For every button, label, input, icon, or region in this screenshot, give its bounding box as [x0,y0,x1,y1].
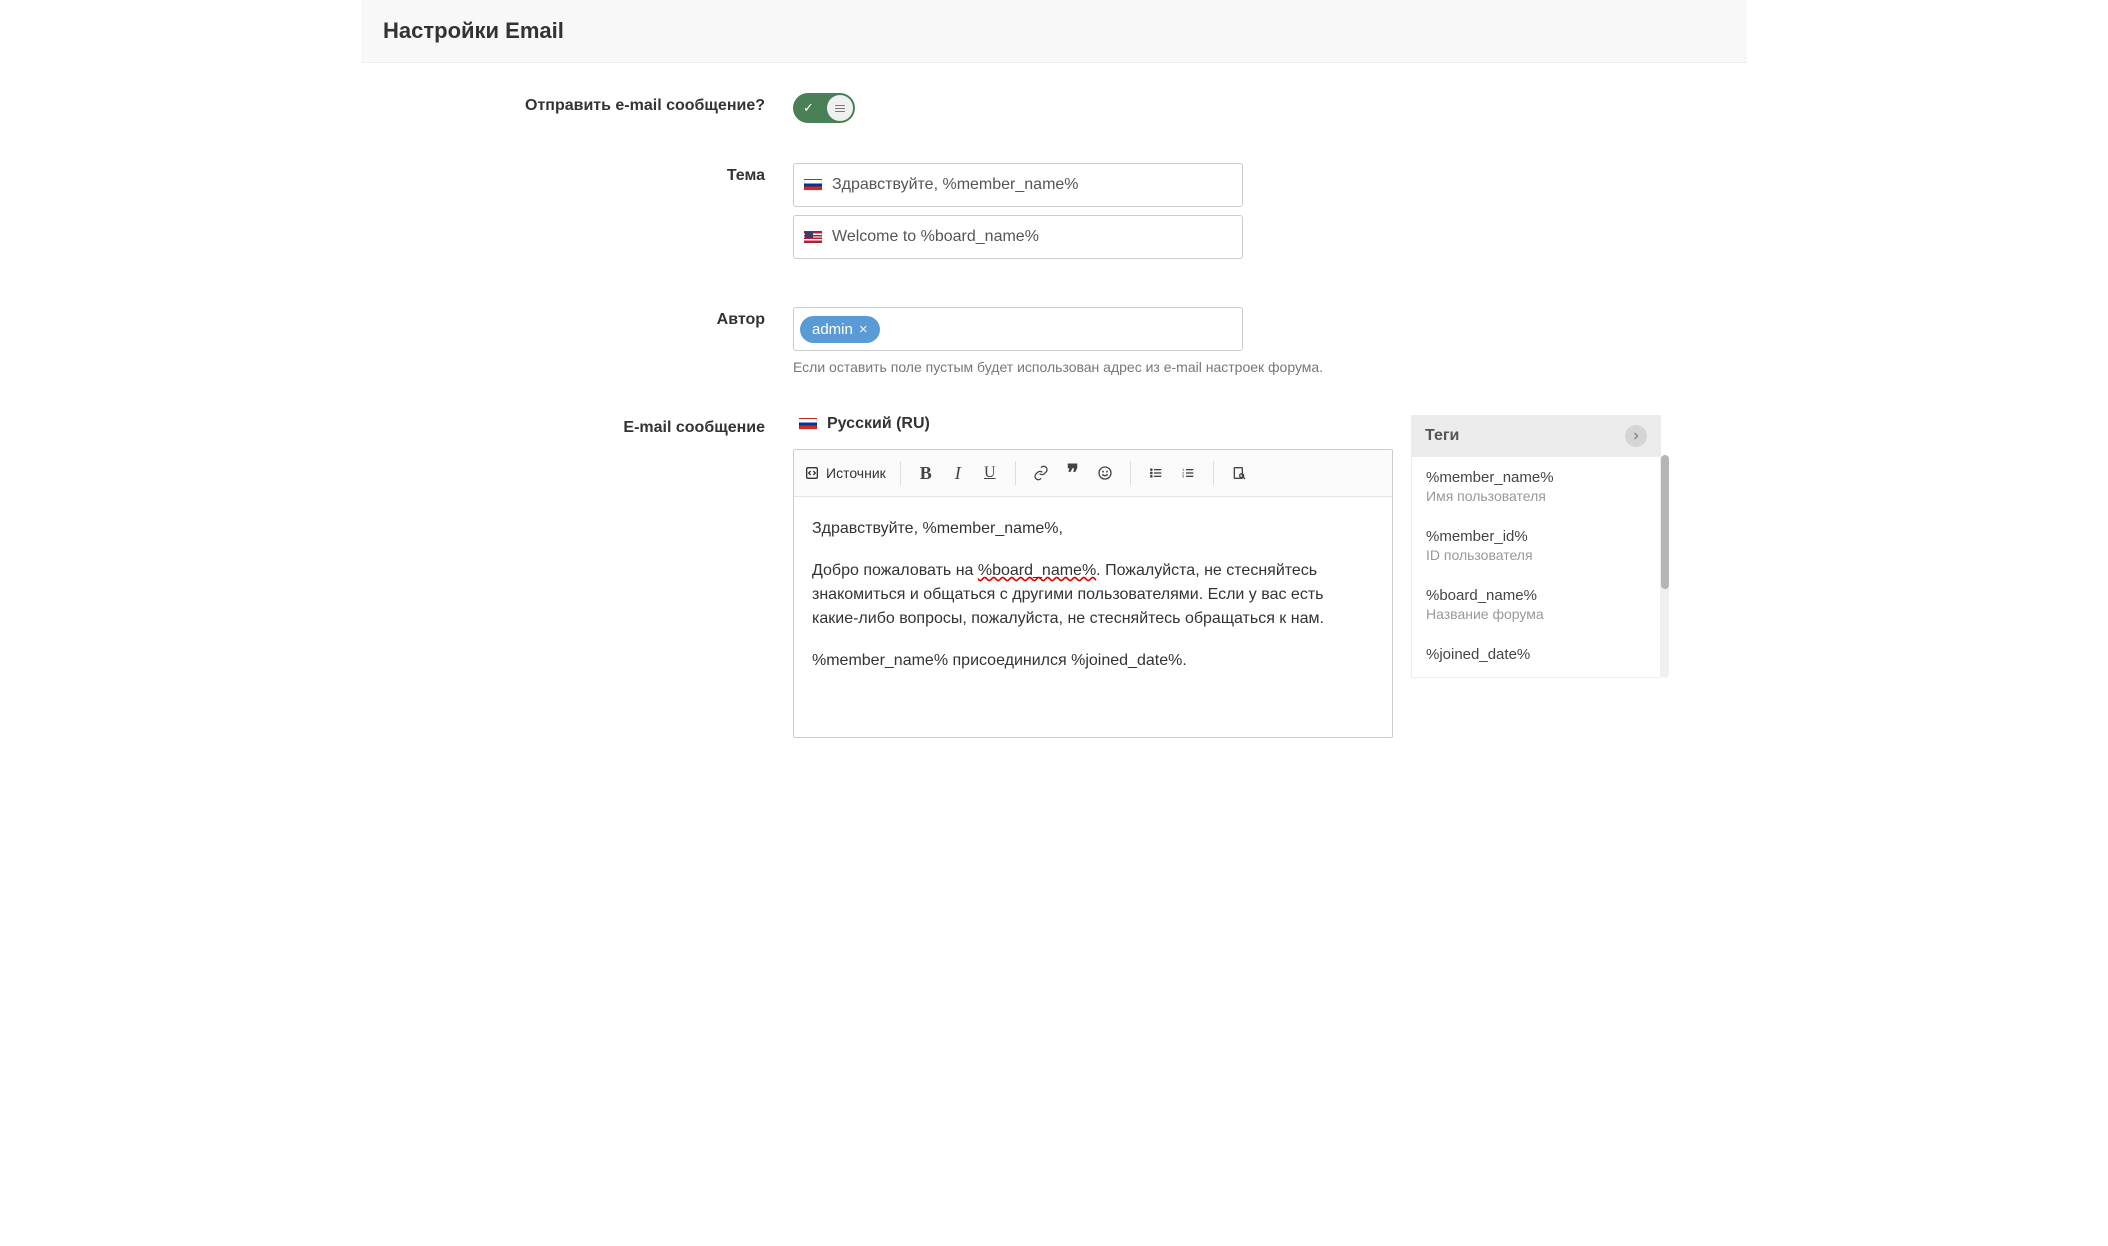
rich-text-editor: Источник B I U ❞ [793,449,1393,738]
flag-us-icon [804,231,822,243]
tag-key: %joined_date% [1426,646,1646,663]
tag-item[interactable]: %joined_date% [1412,634,1660,677]
tags-header-label: Теги [1425,427,1459,445]
flag-ru-icon [804,179,822,191]
toolbar-bullet-list-button[interactable] [1141,458,1171,488]
row-message: E-mail сообщение Русский (RU) [361,415,1747,738]
tags-list: %member_name% Имя пользователя %member_i… [1411,457,1661,678]
toolbar-emoji-button[interactable] [1090,458,1120,488]
row-author: Автор admin × Если оставить поле пустым … [361,307,1747,375]
tag-item[interactable]: %member_id% ID пользователя [1412,516,1660,575]
author-help-text: Если оставить поле пустым будет использо… [793,359,1353,375]
tag-desc: Название форума [1426,606,1646,622]
toolbar-preview-button[interactable] [1224,458,1254,488]
toolbar-source-button[interactable]: Источник [800,458,890,488]
toolbar-numbered-list-button[interactable]: 123 [1173,458,1203,488]
section-title: Настройки Email [383,18,1725,44]
author-input[interactable]: admin × [793,307,1243,351]
toolbar-quote-button[interactable]: ❞ [1058,458,1088,488]
numbered-list-icon: 123 [1180,465,1196,481]
author-chip: admin × [800,316,880,343]
toolbar-separator [900,461,901,485]
smile-icon [1097,465,1113,481]
toolbar-italic-button[interactable]: I [943,458,973,488]
toolbar-underline-button[interactable]: U [975,458,1005,488]
svg-text:3: 3 [1182,474,1185,479]
tags-header[interactable]: Теги [1411,415,1661,457]
author-chip-remove[interactable]: × [859,321,868,338]
link-icon [1033,465,1049,481]
label-message: E-mail сообщение [361,415,793,738]
toolbar-bold-button[interactable]: B [911,458,941,488]
editor-language-text: Русский (RU) [827,415,930,433]
subject-ru-value: Здравствуйте, %member_name% [832,176,1232,194]
subject-input-en[interactable]: Welcome to %board_name% [793,215,1243,259]
editor-toolbar: Источник B I U ❞ [794,450,1392,497]
bullet-list-icon [1148,465,1164,481]
tag-key: %member_id% [1426,528,1646,545]
preview-icon [1231,465,1247,481]
editor-joined-para: %member_name% присоединился %joined_date… [812,649,1374,673]
editor-body[interactable]: Здравствуйте, %member_name%, Добро пожал… [794,497,1392,737]
label-author: Автор [361,307,793,375]
tag-item[interactable]: %member_name% Имя пользователя [1412,457,1660,516]
label-subject: Тема [361,163,793,267]
label-send-email: Отправить e-mail сообщение? [361,93,793,123]
editor-welcome-para: Добро пожаловать на %board_name%. Пожалу… [812,559,1374,631]
source-icon [804,465,820,481]
email-settings-page: Настройки Email Отправить e-mail сообщен… [351,0,1757,778]
toolbar-separator [1015,461,1016,485]
tag-key: %member_name% [1426,469,1646,486]
check-icon: ✓ [803,100,814,116]
row-subject: Тема Здравствуйте, %member_name% Welcome… [361,163,1747,267]
flag-ru-icon [799,418,817,430]
chevron-right-icon [1625,425,1647,447]
toolbar-separator [1213,461,1214,485]
toolbar-link-button[interactable] [1026,458,1056,488]
toolbar-source-label: Источник [826,465,886,481]
row-send-email: Отправить e-mail сообщение? ✓ [361,93,1747,123]
tag-key: %board_name% [1426,587,1646,604]
tag-item[interactable]: %board_name% Название форума [1412,575,1660,634]
subject-en-value: Welcome to %board_name% [832,228,1232,246]
toggle-knob [827,95,853,121]
editor-language-label: Русский (RU) [793,415,1393,433]
editor-greeting: Здравствуйте, %member_name%, [812,517,1374,541]
tags-panel: Теги %member_name% Имя пользователя %mem… [1411,415,1661,678]
author-chip-text: admin [812,321,853,338]
tags-scrollbar[interactable] [1661,455,1669,678]
section-header: Настройки Email [361,0,1747,63]
toggle-send-email[interactable]: ✓ [793,93,855,123]
tag-desc: Имя пользователя [1426,488,1646,504]
tag-desc: ID пользователя [1426,547,1646,563]
scrollbar-thumb[interactable] [1661,455,1669,589]
toolbar-separator [1130,461,1131,485]
subject-input-ru[interactable]: Здравствуйте, %member_name% [793,163,1243,207]
